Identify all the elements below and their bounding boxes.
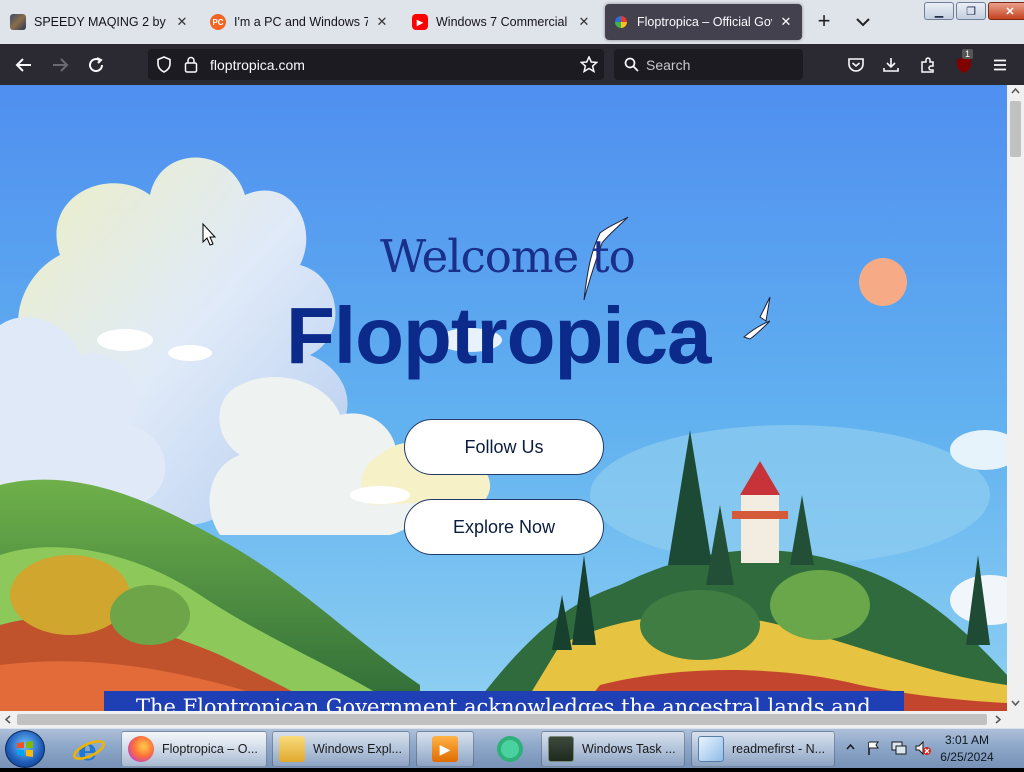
system-clock[interactable]: 3:01 AM 6/25/2024 [922, 732, 1012, 766]
taskbar-item-media-player[interactable]: ▶ [416, 731, 474, 767]
vertical-scrollbar[interactable] [1007, 85, 1024, 711]
scrollbar-thumb[interactable] [1010, 101, 1021, 157]
minimize-button[interactable]: ▁ [924, 2, 954, 20]
scrollbar-thumb[interactable] [17, 714, 987, 725]
restore-button[interactable]: ❐ [956, 2, 986, 20]
explore-now-button[interactable]: Explore Now [404, 499, 604, 555]
tab-speedy-maqing[interactable]: SPEEDY MAQING 2 by SPEED ✕ [2, 4, 198, 40]
forward-arrow-icon [53, 58, 69, 72]
taskbar-item-label: Windows Task ... [582, 742, 676, 756]
app-menu-button[interactable] [987, 52, 1013, 78]
taskbar-item-notepad[interactable]: readmefirst - N... [691, 731, 835, 767]
windows-taskbar: e Floptropica – O... Windows Expl... ▶ W… [0, 728, 1024, 768]
lock-icon[interactable] [184, 56, 198, 73]
extensions-button[interactable] [915, 52, 941, 78]
firefox-icon [128, 736, 154, 762]
shield-icon[interactable] [156, 56, 172, 73]
taskbar-item-label: Windows Expl... [313, 742, 402, 756]
downloads-button[interactable] [878, 52, 904, 78]
close-tab-icon[interactable]: ✕ [576, 14, 592, 30]
task-manager-icon [548, 736, 574, 762]
tab-title: I'm a PC and Windows 7 was [234, 15, 368, 29]
search-placeholder: Search [646, 57, 691, 73]
tab-strip: SPEEDY MAQING 2 by SPEED ✕ PC I'm a PC a… [0, 0, 1024, 44]
reload-button[interactable] [83, 52, 109, 78]
tab-title: Windows 7 Commercial - Y [436, 15, 570, 29]
tab-title: SPEEDY MAQING 2 by SPEED [34, 15, 168, 29]
acknowledgement-banner: The Floptropican Government acknowledges… [104, 691, 904, 711]
url-text: floptropica.com [210, 57, 305, 73]
download-icon [883, 58, 899, 72]
tab-floptropica[interactable]: Floptropica – Official Gove ✕ [605, 4, 802, 40]
close-window-button[interactable]: ✕ [988, 2, 1024, 20]
search-icon [624, 57, 639, 72]
chevron-down-icon [856, 18, 870, 27]
new-tab-button[interactable]: + [812, 10, 836, 34]
site-title: Floptropica [286, 291, 712, 380]
window-controls: ▁ ❐ ✕ [924, 2, 1024, 20]
clock-date: 6/25/2024 [940, 750, 994, 764]
clock-time: 3:01 AM [944, 733, 990, 747]
taskbar-item-messenger[interactable] [488, 732, 532, 766]
tab-windows7-commercial[interactable]: ▶ Windows 7 Commercial - Y ✕ [404, 4, 600, 40]
svg-text:e: e [78, 733, 97, 766]
reload-icon [89, 57, 104, 73]
back-button[interactable] [11, 52, 37, 78]
pocket-button[interactable] [843, 52, 869, 78]
taskbar-item-label: Floptropica – O... [162, 742, 258, 756]
close-tab-icon[interactable]: ✕ [778, 14, 794, 30]
taskbar-item-windows-explorer[interactable]: Windows Expl... [272, 731, 410, 767]
game-thumbnail-icon [10, 14, 26, 30]
list-all-tabs-button[interactable] [852, 12, 874, 32]
tab-im-a-pc[interactable]: PC I'm a PC and Windows 7 was ✕ [202, 4, 398, 40]
youtube-icon: ▶ [412, 14, 428, 30]
bookmark-star-icon[interactable] [580, 56, 598, 73]
pocket-icon [848, 58, 864, 72]
navigation-toolbar: floptropica.com Search 1 [0, 44, 1024, 85]
address-bar[interactable]: floptropica.com [148, 49, 604, 80]
scroll-down-icon[interactable] [1011, 698, 1020, 707]
orange-badge-icon: PC [210, 14, 226, 30]
hamburger-menu-icon [994, 59, 1006, 71]
search-input[interactable]: Search [614, 49, 803, 80]
scroll-up-icon[interactable] [1011, 87, 1020, 96]
horizontal-scrollbar[interactable] [0, 711, 1024, 728]
start-button[interactable] [5, 730, 45, 768]
back-arrow-icon [15, 58, 31, 72]
scroll-right-icon[interactable] [993, 715, 1002, 724]
notepad-icon [698, 736, 724, 762]
taskbar-item-label: readmefirst - N... [732, 742, 826, 756]
close-tab-icon[interactable]: ✕ [374, 14, 390, 30]
internet-explorer-pinned[interactable]: e [70, 732, 108, 768]
media-player-icon: ▶ [432, 736, 458, 762]
scroll-left-icon[interactable] [4, 715, 13, 724]
forward-button[interactable] [47, 52, 73, 78]
folder-icon [279, 736, 305, 762]
internet-explorer-icon: e [73, 733, 105, 768]
messenger-icon [497, 736, 523, 762]
floptropica-icon [615, 16, 627, 28]
puzzle-icon [921, 57, 934, 73]
taskbar-item-task-manager[interactable]: Windows Task ... [541, 731, 685, 767]
ublock-button[interactable]: 1 [951, 49, 977, 78]
network-icon[interactable] [890, 740, 908, 756]
action-center-flag-icon[interactable] [866, 740, 882, 756]
page-viewport: Welcome to Floptropica Follow Us Explore… [0, 85, 1007, 711]
windows-logo-icon [17, 741, 33, 757]
hero-illustration [0, 85, 1007, 711]
welcome-heading: Welcome to [380, 230, 636, 283]
show-hidden-icons-icon[interactable] [846, 743, 855, 752]
extension-badge: 1 [962, 49, 974, 59]
follow-us-button[interactable]: Follow Us [404, 419, 604, 475]
tab-title: Floptropica – Official Gove [637, 15, 772, 29]
close-tab-icon[interactable]: ✕ [174, 14, 190, 30]
taskbar-item-firefox[interactable]: Floptropica – O... [121, 731, 267, 767]
